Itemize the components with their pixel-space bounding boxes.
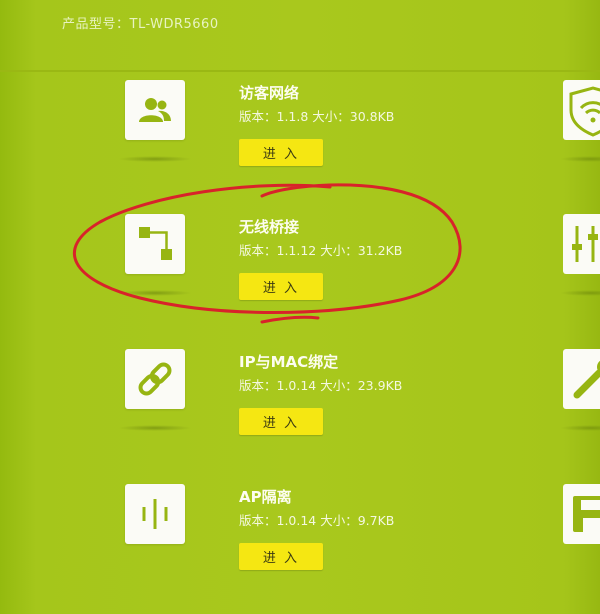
app-version-size: 版本：1.0.14 大小：23.9KB	[239, 378, 403, 393]
app-item-ip-mac-binding: IP与MAC绑定 版本：1.0.14 大小：23.9KB 进 入	[0, 349, 600, 479]
tile-shadow	[118, 156, 192, 162]
app-version-size: 版本：1.0.14 大小：9.7KB	[239, 513, 395, 528]
wifi-shield-icon[interactable]	[563, 80, 600, 140]
tile-shadow	[118, 425, 192, 431]
sliders-icon[interactable]	[563, 214, 600, 274]
app-item-guest-network: 访客网络 版本：1.1.8 大小：30.8KB 进 入	[0, 80, 600, 210]
enter-button[interactable]: 进 入	[239, 273, 323, 300]
tile-shadow	[560, 290, 600, 296]
app-name: IP与MAC绑定	[239, 353, 339, 371]
header-divider	[0, 70, 600, 72]
app-item-wireless-bridge: 无线桥接 版本：1.1.12 大小：31.2KB 进 入	[0, 214, 600, 344]
guest-users-icon[interactable]	[125, 80, 185, 140]
app-name: AP隔离	[239, 488, 292, 506]
product-model-label: 产品型号：TL-WDR5660	[62, 17, 219, 32]
isolation-bars-icon[interactable]	[125, 484, 185, 544]
save-icon[interactable]	[563, 484, 600, 544]
tile-shadow	[560, 425, 600, 431]
app-version-size: 版本：1.1.8 大小：30.8KB	[239, 109, 395, 124]
bridge-nodes-icon[interactable]	[125, 214, 185, 274]
chain-link-icon[interactable]	[125, 349, 185, 409]
enter-button[interactable]: 进 入	[239, 543, 323, 570]
app-version-size: 版本：1.1.12 大小：31.2KB	[239, 243, 403, 258]
tile-shadow	[118, 290, 192, 296]
enter-button[interactable]: 进 入	[239, 139, 323, 166]
app-name: 无线桥接	[239, 218, 300, 236]
wrench-icon[interactable]	[563, 349, 600, 409]
app-item-ap-isolation: AP隔离 版本：1.0.14 大小：9.7KB 进 入	[0, 484, 600, 614]
enter-button[interactable]: 进 入	[239, 408, 323, 435]
app-name: 访客网络	[239, 84, 300, 102]
tile-shadow	[560, 156, 600, 162]
